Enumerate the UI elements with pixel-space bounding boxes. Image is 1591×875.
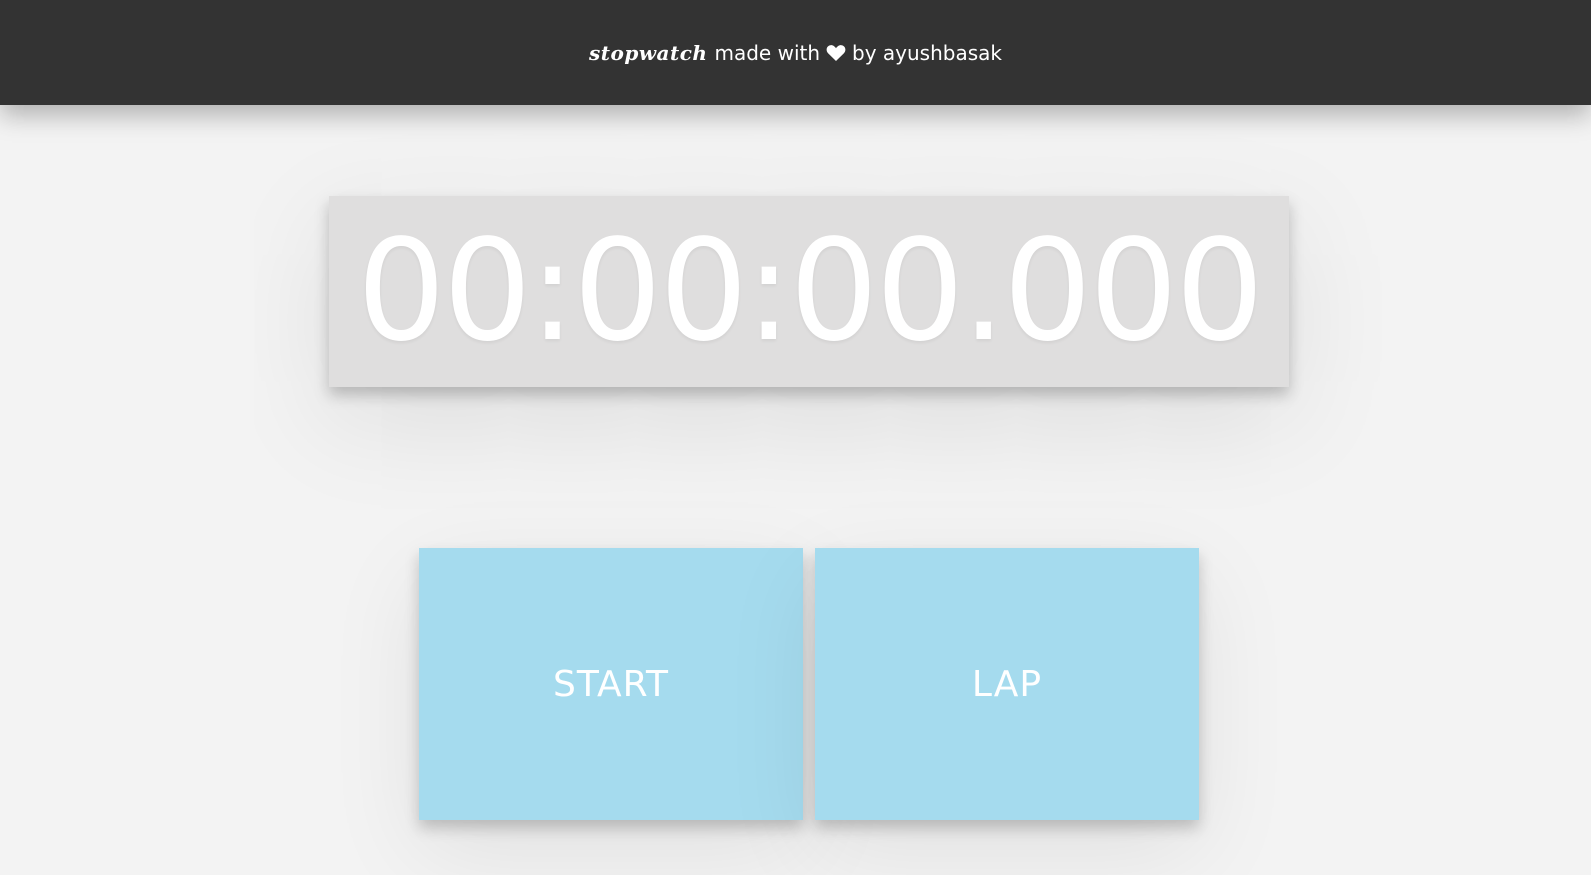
brand-name: stopwatch	[589, 40, 708, 65]
heart-icon	[826, 44, 846, 62]
lap-button[interactable]: LAP	[815, 548, 1199, 820]
author-text: by ayushbasak	[852, 40, 1002, 65]
stopwatch-display: 00:00:00.000	[329, 196, 1289, 387]
app-header: stopwatch made with by ayushbasak	[0, 0, 1591, 105]
made-with-text: made with	[714, 40, 821, 65]
elapsed-time: 00:00:00.000	[356, 209, 1264, 373]
start-button[interactable]: START	[419, 548, 803, 820]
